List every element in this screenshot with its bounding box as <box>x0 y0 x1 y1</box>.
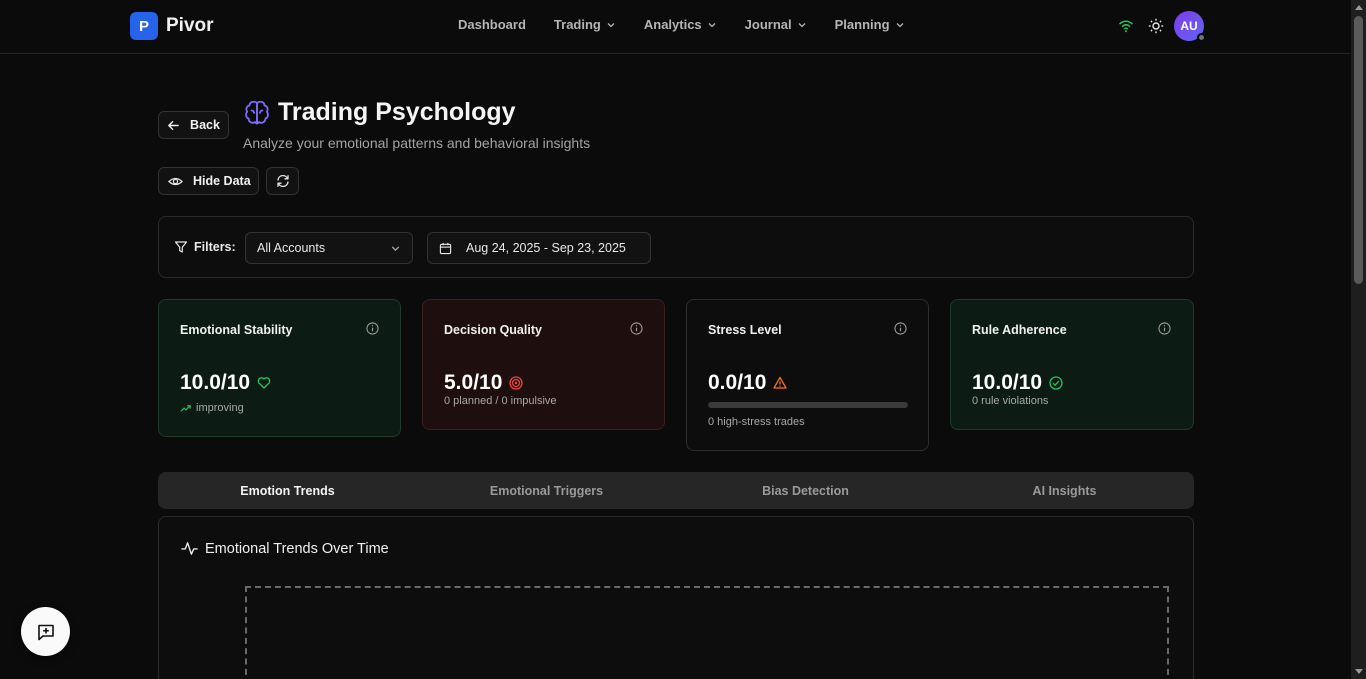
info-icon[interactable] <box>366 322 379 335</box>
activity-icon <box>181 542 198 555</box>
panel-title: Emotional Trends Over Time <box>205 540 389 557</box>
nav-label: Journal <box>744 17 792 32</box>
account-select[interactable]: All Accounts <box>245 232 413 264</box>
sun-icon[interactable] <box>1148 18 1164 34</box>
logo-badge: P <box>130 12 158 40</box>
info-icon[interactable] <box>894 322 907 335</box>
hide-data-label: Hide Data <box>193 174 251 188</box>
filters-bar: Filters: All Accounts Aug 24, 2025 - Sep… <box>158 216 1194 278</box>
wifi-icon <box>1119 20 1133 33</box>
feedback-button[interactable] <box>21 607 70 656</box>
top-navigation-bar: P Pivor Dashboard Trading Analytics Jour… <box>0 0 1351 54</box>
main-nav: Dashboard Trading Analytics Journal Plan… <box>458 17 933 32</box>
card-value-group: 5.0/10 <box>444 371 524 395</box>
arrow-left-icon <box>168 120 179 130</box>
chevron-down-icon <box>607 22 615 27</box>
card-title: Stress Level <box>708 323 782 337</box>
brand-logo[interactable]: P Pivor <box>130 12 214 40</box>
decision-quality-card: Decision Quality 5.0/10 0 planned / 0 im… <box>422 299 665 430</box>
trending-up-icon <box>180 404 191 412</box>
target-icon <box>509 376 524 390</box>
nav-label: Trading <box>553 17 601 32</box>
nav-item-planning[interactable]: Planning <box>835 17 905 32</box>
card-value: 0.0/10 <box>708 371 767 394</box>
nav-label: Analytics <box>643 17 702 32</box>
nav-item-analytics[interactable]: Analytics <box>644 17 717 32</box>
page-title: Trading Psychology <box>278 98 516 126</box>
eye-icon <box>168 177 183 185</box>
filter-icon <box>174 241 188 253</box>
account-select-value: All Accounts <box>257 241 326 255</box>
tab-emotion-trends[interactable]: Emotion Trends <box>158 484 417 498</box>
refresh-icon <box>276 174 289 188</box>
card-value-group: 0.0/10 <box>708 371 788 395</box>
refresh-button[interactable] <box>266 167 299 195</box>
scroll-up-arrow-icon[interactable] <box>1355 5 1363 10</box>
card-sub-text: 0 high-stress trades <box>708 416 805 428</box>
nav-label: Dashboard <box>458 17 526 32</box>
trend-chart-placeholder <box>245 586 1169 679</box>
emotional-trends-panel: Emotional Trends Over Time <box>158 516 1194 679</box>
hide-data-button[interactable]: Hide Data <box>158 167 259 195</box>
stress-progress-bar <box>708 402 908 408</box>
chevron-down-icon <box>391 245 400 251</box>
card-title: Emotional Stability <box>180 323 293 337</box>
header-actions: AU <box>1118 11 1206 42</box>
nav-item-dashboard[interactable]: Dashboard <box>458 17 526 32</box>
card-value: 5.0/10 <box>444 371 503 394</box>
card-value-group: 10.0/10 <box>972 371 1063 395</box>
back-button[interactable]: Back <box>158 111 229 139</box>
tab-bias-detection[interactable]: Bias Detection <box>676 484 935 498</box>
stress-level-card: Stress Level 0.0/10 0 high-stress trades <box>686 299 929 451</box>
tab-emotional-triggers[interactable]: Emotional Triggers <box>417 484 676 498</box>
card-sub-text: improving <box>196 402 244 414</box>
date-range-value: Aug 24, 2025 - Sep 23, 2025 <box>466 241 626 255</box>
card-sub-group: 0 planned / 0 impulsive <box>444 395 557 407</box>
filters-label: Filters: <box>194 240 236 254</box>
chevron-down-icon <box>896 22 903 27</box>
card-value-group: 10.0/10 <box>180 371 271 395</box>
calendar-icon <box>439 242 452 254</box>
message-plus-icon <box>37 624 54 640</box>
info-icon[interactable] <box>630 322 643 335</box>
card-sub-group: 0 rule violations <box>972 395 1048 407</box>
avatar-initials: AU <box>1180 19 1198 33</box>
heart-icon <box>257 377 271 389</box>
scroll-thumb[interactable] <box>1354 16 1363 284</box>
rule-adherence-card: Rule Adherence 10.0/10 0 rule violations <box>950 299 1194 430</box>
page-subtitle: Analyze your emotional patterns and beha… <box>243 135 591 151</box>
check-circle-icon <box>1049 376 1063 390</box>
user-avatar[interactable]: AU <box>1174 11 1206 42</box>
card-title: Rule Adherence <box>972 323 1067 337</box>
avatar-status-dot <box>1197 33 1206 42</box>
brain-icon <box>245 100 269 125</box>
scroll-down-arrow-icon[interactable] <box>1355 669 1363 674</box>
brand-name: Pivor <box>166 15 214 36</box>
card-value: 10.0/10 <box>180 371 251 394</box>
card-sub-group: 0 high-stress trades <box>708 416 805 428</box>
back-button-label: Back <box>190 118 220 132</box>
psychology-tabs: Emotion Trends Emotional Triggers Bias D… <box>158 472 1194 509</box>
card-value: 10.0/10 <box>972 371 1043 394</box>
info-icon[interactable] <box>1158 322 1171 335</box>
alert-triangle-icon <box>773 376 788 389</box>
chevron-down-icon <box>708 22 716 27</box>
card-sub-text: 0 planned / 0 impulsive <box>444 395 557 407</box>
filters-label-group: Filters: <box>174 240 236 254</box>
date-range-picker[interactable]: Aug 24, 2025 - Sep 23, 2025 <box>427 232 651 264</box>
nav-item-trading[interactable]: Trading <box>554 17 616 32</box>
panel-title-group: Emotional Trends Over Time <box>181 540 389 557</box>
card-sub-group: improving <box>180 402 244 414</box>
page-scrollbar[interactable] <box>1351 0 1366 679</box>
card-title: Decision Quality <box>444 323 542 337</box>
tab-ai-insights[interactable]: AI Insights <box>935 484 1194 498</box>
nav-item-journal[interactable]: Journal <box>745 17 807 32</box>
chevron-down-icon <box>798 22 806 27</box>
nav-label: Planning <box>834 17 890 32</box>
card-sub-text: 0 rule violations <box>972 395 1049 407</box>
emotional-stability-card: Emotional Stability 10.0/10 improving <box>158 299 401 437</box>
